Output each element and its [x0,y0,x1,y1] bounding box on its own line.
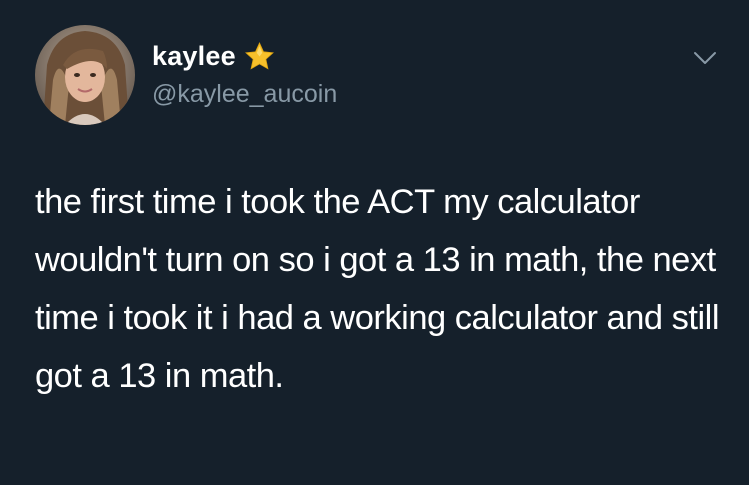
author-display-name[interactable]: kaylee [152,38,236,74]
star-icon [243,40,276,73]
avatar[interactable] [35,25,135,125]
avatar-photo [35,25,135,125]
tweet-text: the first time i took the ACT my calcula… [35,183,720,395]
author-name-row[interactable]: kaylee [152,38,276,74]
chevron-down-icon[interactable] [692,48,718,68]
author-handle[interactable]: @kaylee_aucoin [152,79,337,109]
tweet-card: kaylee @kaylee_aucoin the first time i t… [0,0,749,485]
